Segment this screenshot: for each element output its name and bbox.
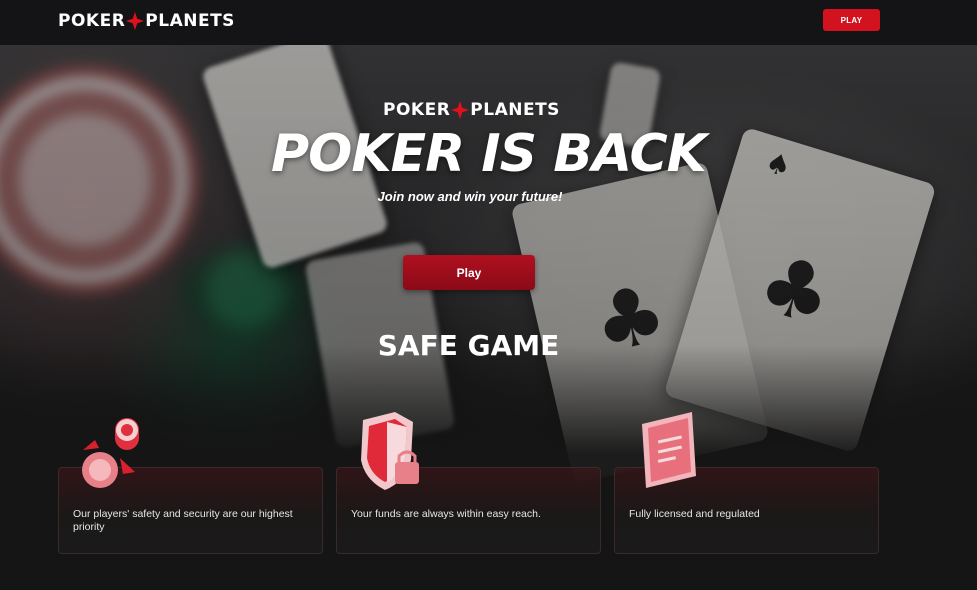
license-certificate-icon (642, 412, 696, 488)
chips-exchange-icon (82, 418, 139, 488)
logo-text-poker: POKER (58, 11, 126, 31)
logo-text-planets: PLANETS (145, 11, 235, 31)
header-play-button[interactable]: PLAY (823, 9, 880, 31)
hero-logo-text-planets: PLANETS (470, 100, 560, 120)
logo-star-icon (126, 12, 145, 30)
hero-logo: POKER PLANETS (383, 100, 560, 120)
feature-text: Your funds are always within easy reach. (351, 508, 541, 520)
hero-play-button[interactable]: Play (403, 255, 535, 290)
hero-subtitle: Join now and win your future! (377, 189, 563, 204)
hero-title: POKER IS BACK (271, 124, 707, 184)
site-logo[interactable]: POKER PLANETS (58, 11, 235, 31)
hero-logo-text-poker: POKER (383, 100, 451, 120)
safe-game-heading: SAFE GAME (377, 329, 560, 362)
feature-text: Fully licensed and regulated (629, 508, 760, 520)
shield-lock-icon (361, 412, 419, 490)
top-navigation-bar: POKER PLANETS PLAY (0, 0, 977, 45)
feature-text: Our players' safety and security are our… (73, 508, 293, 533)
hero-logo-star-icon (451, 101, 470, 119)
page: POKER PLANETS PLAY ♣ ♣ ♠ POKER PLANETS P… (0, 0, 977, 590)
